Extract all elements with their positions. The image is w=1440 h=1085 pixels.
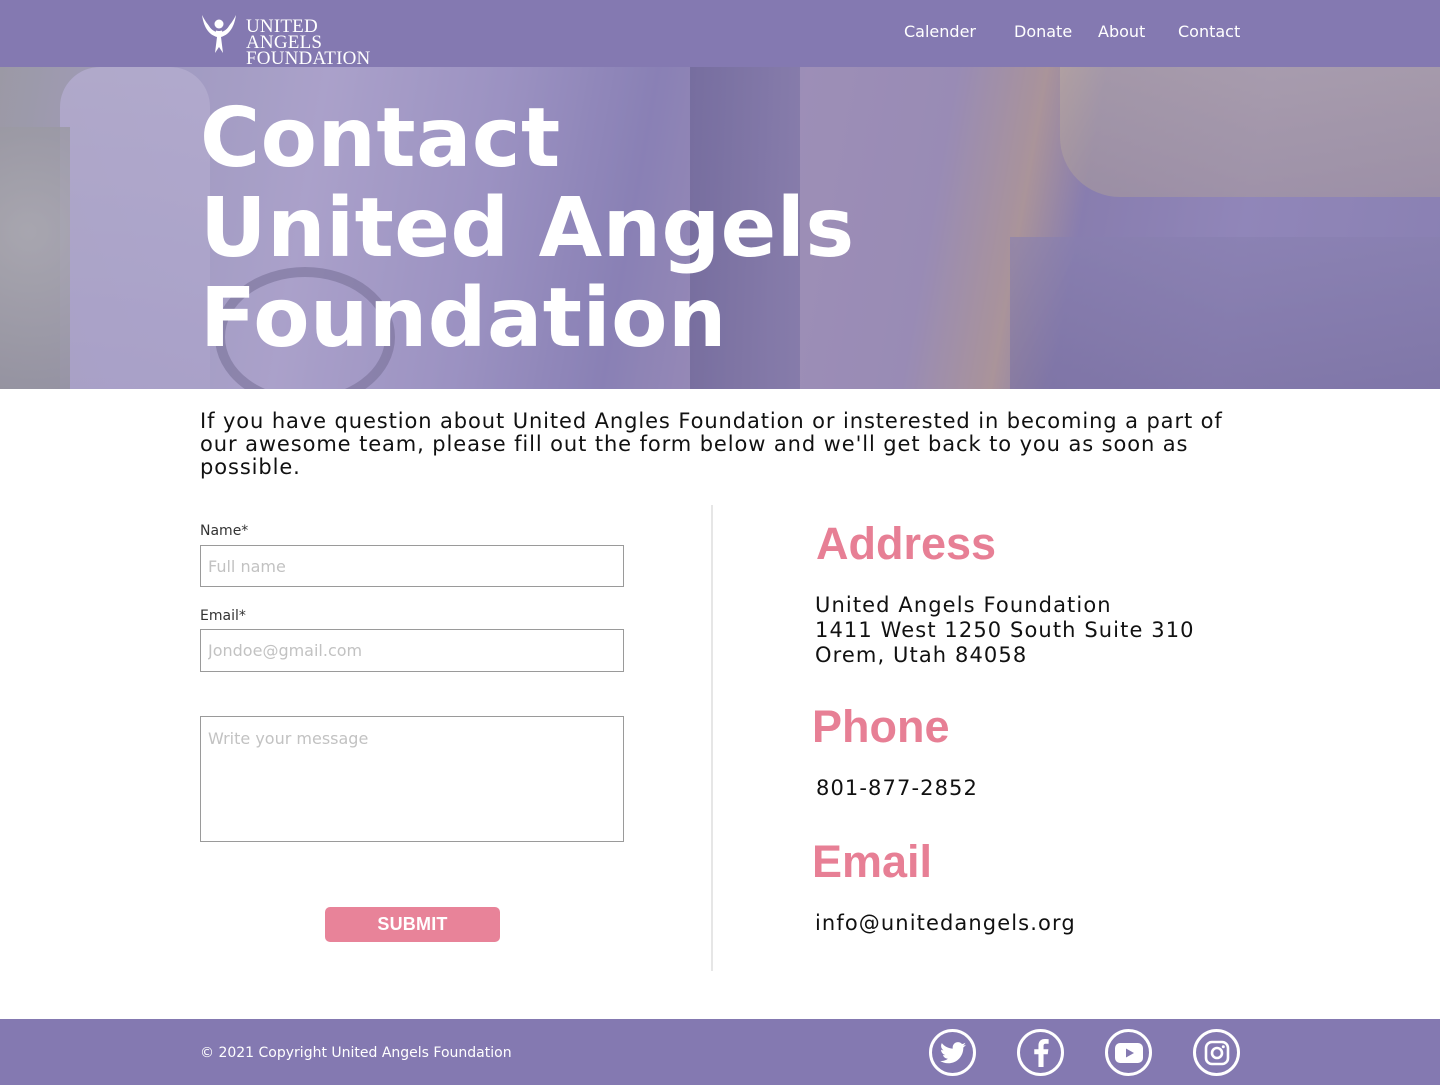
instagram-icon [1204,1040,1229,1065]
site-logo[interactable]: UNITED ANGELS FOUNDATION [200,13,380,68]
address-line-1: United Angels Foundation [815,593,1112,617]
logo-text: UNITED ANGELS FOUNDATION [246,16,380,69]
address-text: United Angels Foundation 1411 West 1250 … [815,593,1195,668]
logo-line-1: UNITED ANGELS [246,16,323,53]
page-title: Contact United Angels Foundation [200,94,855,364]
submit-button[interactable]: SUBMIT [325,907,500,942]
site-header: UNITED ANGELS FOUNDATION Calender Donate… [0,0,1440,68]
instagram-link[interactable] [1193,1029,1240,1076]
copyright-text: © 2021 Copyright United Angels Foundatio… [200,1045,512,1061]
nav-item-donate[interactable]: Donate [1014,22,1072,41]
address-heading: Address [816,518,997,569]
page-title-line-3: Foundation [200,271,727,366]
hero-banner: Contact United Angels Foundation [0,67,1440,389]
phone-number[interactable]: 801-877-2852 [816,776,978,801]
email-label: Email* [200,608,246,624]
twitter-icon [939,1041,966,1063]
angel-logo-icon [202,15,236,53]
facebook-link[interactable] [1017,1029,1064,1076]
nav-item-calender[interactable]: Calender [904,22,976,41]
name-label: Name* [200,523,249,539]
intro-text: If you have question about United Angles… [200,409,1223,479]
address-line-2: 1411 West 1250 South Suite 310 [815,618,1195,642]
facebook-icon [1033,1038,1049,1067]
site-footer: © 2021 Copyright United Angels Foundatio… [0,1019,1440,1085]
email-input[interactable] [200,629,624,672]
twitter-link[interactable] [929,1029,976,1076]
email-address[interactable]: info@unitedangels.org [815,911,1076,936]
page-title-line-1: Contact [200,91,561,186]
youtube-link[interactable] [1105,1029,1152,1076]
youtube-icon [1114,1042,1143,1063]
page-title-line-2: United Angels [200,181,855,276]
nav-item-contact[interactable]: Contact [1178,22,1240,41]
logo-line-2: FOUNDATION [246,48,371,69]
phone-heading: Phone [812,701,950,752]
nav-item-about[interactable]: About [1098,22,1145,41]
email-heading: Email [812,836,933,887]
message-textarea[interactable] [200,716,624,842]
column-divider [711,505,713,971]
address-line-3: Orem, Utah 84058 [815,643,1028,667]
name-input[interactable] [200,545,624,587]
